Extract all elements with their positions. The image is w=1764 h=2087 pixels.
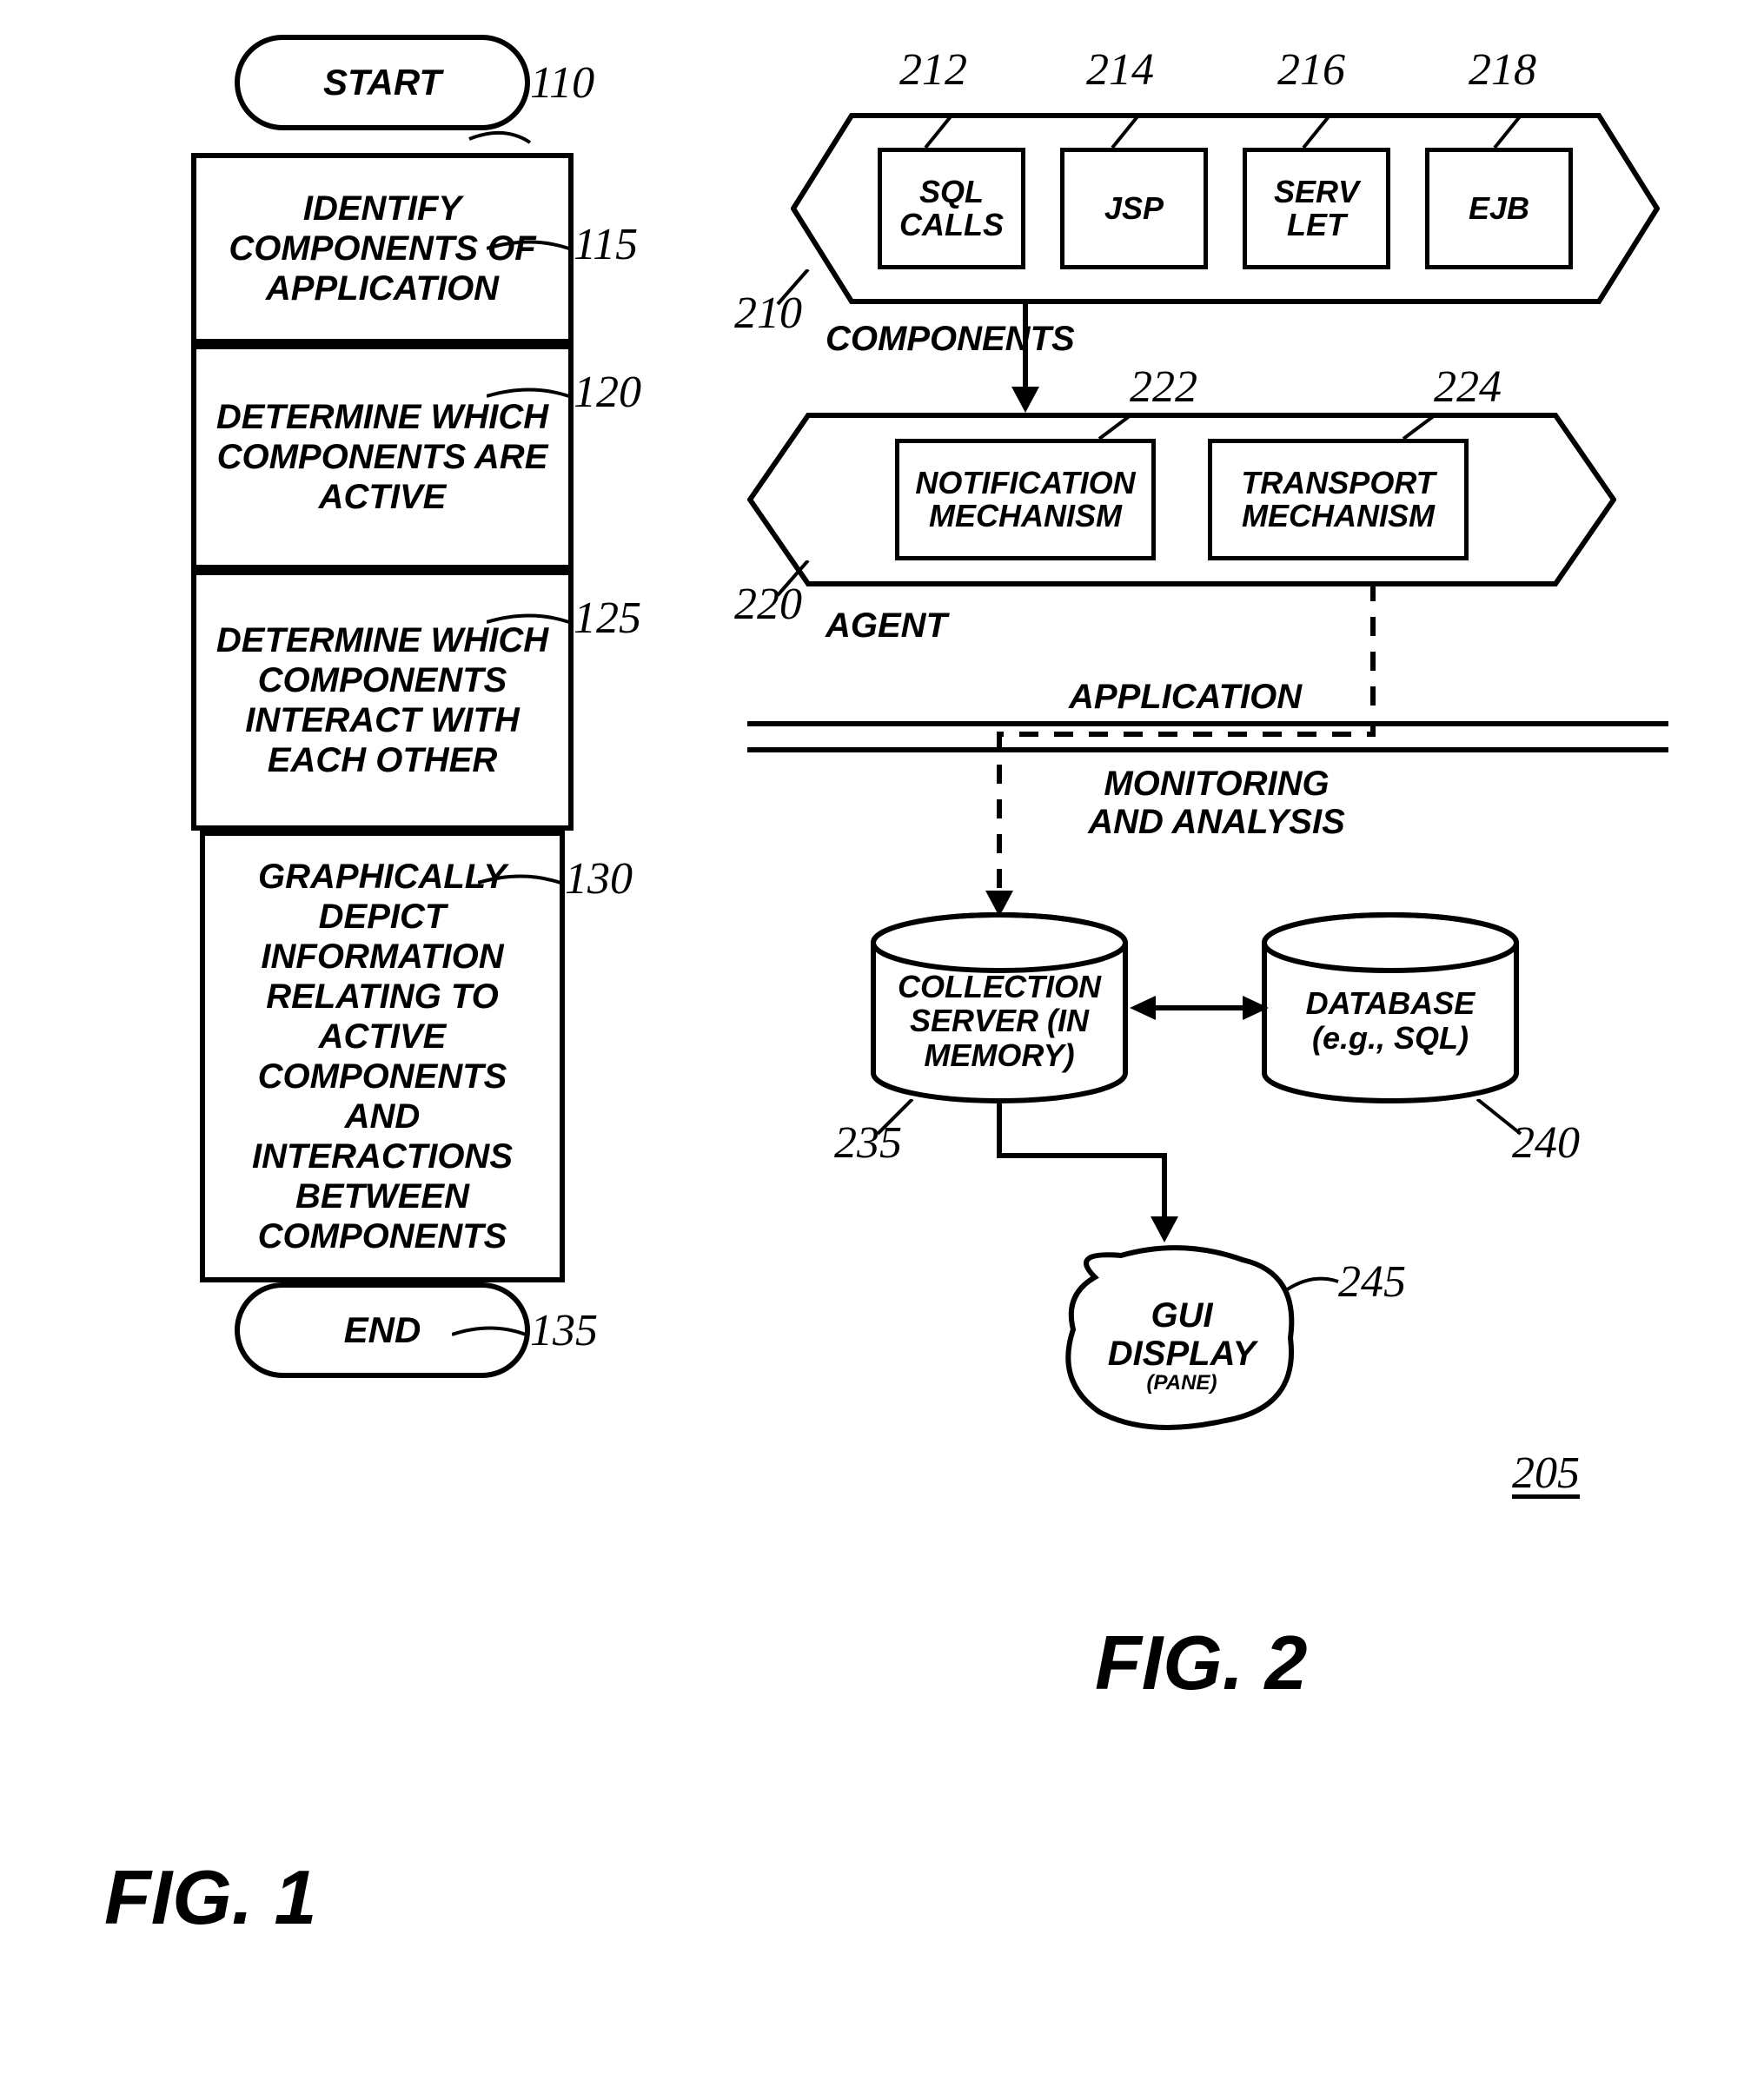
jsp-label: JSP — [1104, 192, 1164, 225]
step3-text: DETERMINE WHICH COMPONENTS INTERACT WITH… — [212, 620, 553, 780]
ref-110: 110 — [530, 61, 594, 106]
ref-214: 214 — [1086, 48, 1154, 93]
notification-mechanism-box: NOTIFICATION MECHANISM — [895, 439, 1156, 560]
lead-line-235 — [869, 1099, 956, 1143]
start-label: START — [323, 64, 441, 101]
ref-205: 205 — [1512, 1451, 1580, 1496]
ejb-label: EJB — [1469, 192, 1529, 225]
transport-label: TRANSPORT MECHANISM — [1221, 467, 1456, 533]
ref-212: 212 — [899, 48, 967, 93]
step-determine-active: DETERMINE WHICH COMPONENTS ARE ACTIVE — [191, 344, 574, 570]
ref-218: 218 — [1469, 48, 1536, 93]
arrow-collection-database — [1130, 982, 1269, 1034]
figure-2-block-diagram: 212 214 216 218 SQL CALLS JSP SERV LET E… — [747, 96, 1703, 294]
lead-line-245 — [1286, 1269, 1356, 1303]
step4-text: GRAPHICALLY DEPICT INFORMATION RELATING … — [221, 857, 544, 1256]
end-label: END — [344, 1312, 421, 1348]
ref-224: 224 — [1434, 365, 1502, 410]
ref-222: 222 — [1130, 365, 1197, 410]
components-band: SQL CALLS JSP SERV LET EJB — [791, 113, 1660, 304]
database-label: DATABASE (e.g., SQL) — [1269, 986, 1512, 1055]
ref-216: 216 — [1277, 48, 1345, 93]
figure-2-caption: FIG. 2 — [1095, 1625, 1308, 1701]
arrow-collection-to-gui — [991, 1103, 1338, 1260]
arrow-components-to-agent — [999, 304, 1051, 417]
agent-band: NOTIFICATION MECHANISM TRANSPORT MECHANI… — [747, 413, 1616, 586]
lead-line-135 — [452, 1317, 556, 1352]
lead-line-210 — [765, 269, 834, 321]
collection-server-label: COLLECTION SERVER (IN MEMORY) — [878, 970, 1121, 1073]
collection-server-cylinder: COLLECTION SERVER (IN MEMORY) — [869, 912, 1130, 1103]
jsp-box: JSP — [1060, 148, 1208, 269]
figure-1-caption: FIG. 1 — [104, 1859, 317, 1936]
servlet-label: SERV LET — [1256, 176, 1377, 242]
lead-line-115 — [487, 231, 591, 266]
database-cylinder: DATABASE (e.g., SQL) — [1260, 912, 1521, 1103]
figure-1-flowchart: START 110 IDENTIFY COMPONENTS OF APPLICA… — [87, 35, 678, 1378]
patent-figure-page: START 110 IDENTIFY COMPONENTS OF APPLICA… — [0, 0, 1764, 2087]
transport-mechanism-box: TRANSPORT MECHANISM — [1208, 439, 1469, 560]
sql-calls-box: SQL CALLS — [878, 148, 1025, 269]
lead-line-120 — [487, 379, 591, 414]
lead-line-130 — [478, 865, 582, 900]
sql-calls-label: SQL CALLS — [891, 176, 1012, 242]
lead-line-240 — [1460, 1099, 1547, 1143]
ejb-box: EJB — [1425, 148, 1573, 269]
gui-display-sub: (PANE) — [1147, 1373, 1217, 1394]
start-terminator: START — [235, 35, 530, 130]
gui-display-label: GUI DISPLAY — [1078, 1296, 1286, 1373]
notification-label: NOTIFICATION MECHANISM — [908, 467, 1143, 533]
step2-text: DETERMINE WHICH COMPONENTS ARE ACTIVE — [212, 397, 553, 517]
servlet-box: SERV LET — [1243, 148, 1390, 269]
gui-display-blob: GUI DISPLAY (PANE) — [1060, 1242, 1303, 1434]
lead-line-110 — [87, 118, 678, 153]
lead-line-125 — [487, 605, 591, 639]
